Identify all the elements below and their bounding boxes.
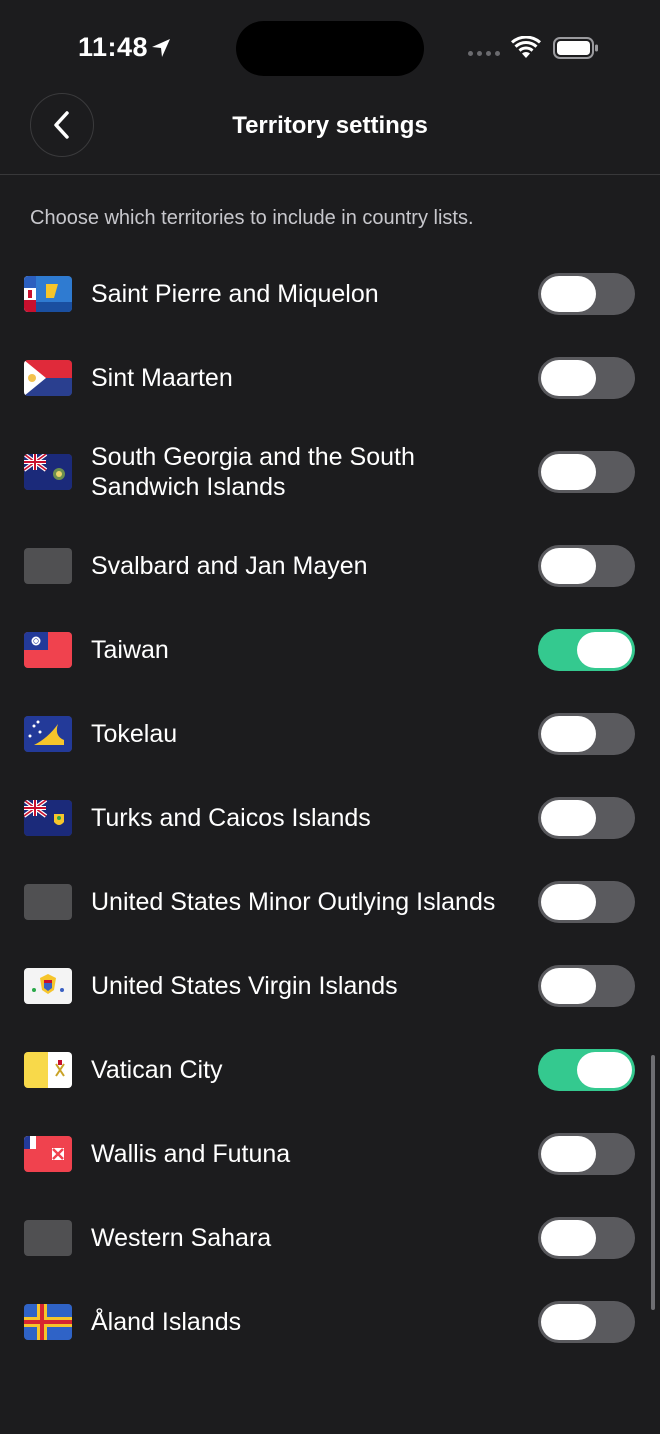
battery-icon xyxy=(553,37,598,59)
flag-icon xyxy=(24,1136,72,1172)
toggle-knob xyxy=(541,716,596,752)
territory-toggle[interactable] xyxy=(538,451,635,493)
territory-toggle[interactable] xyxy=(538,357,635,399)
navigation-bar: Territory settings xyxy=(0,93,660,175)
flag-icon xyxy=(24,1220,72,1256)
scrollbar[interactable] xyxy=(651,1055,655,1310)
territory-name: Sint Maarten xyxy=(91,364,233,392)
territory-toggle[interactable] xyxy=(538,1217,635,1259)
page-description: Choose which territories to include in c… xyxy=(30,207,474,229)
toggle-knob xyxy=(541,1220,596,1256)
dynamic-island xyxy=(236,21,424,76)
territory-toggle[interactable] xyxy=(538,881,635,923)
flag-icon xyxy=(24,716,72,752)
flag-icon xyxy=(24,1052,72,1088)
page-title: Territory settings xyxy=(232,112,428,139)
territory-row: Åland Islands xyxy=(0,1280,660,1364)
status-bar: 11:48 xyxy=(0,0,660,96)
flag-icon xyxy=(24,800,72,836)
territory-name: Saint Pierre and Miquelon xyxy=(91,280,379,308)
territory-name: Wallis and Futuna xyxy=(91,1140,291,1168)
location-arrow-icon xyxy=(152,39,170,57)
flag-icon xyxy=(24,360,72,396)
territory-row: Svalbard and Jan Mayen xyxy=(0,524,660,608)
toggle-knob xyxy=(577,632,632,668)
toggle-knob xyxy=(541,454,596,490)
territory-toggle[interactable] xyxy=(538,629,635,671)
flag-icon xyxy=(24,548,72,584)
territory-name: United States Virgin Islands xyxy=(91,972,398,1000)
territory-name: United States Minor Outlying Islands xyxy=(91,888,496,916)
toggle-knob xyxy=(541,276,596,312)
flag-icon xyxy=(24,1304,72,1340)
territory-name: Åland Islands xyxy=(91,1308,242,1336)
toggle-knob xyxy=(541,360,596,396)
territory-row: United States Minor Outlying Islands xyxy=(0,860,660,944)
territory-list[interactable]: Saint MartinSaint Pierre and MiquelonSin… xyxy=(0,252,660,1434)
toggle-knob xyxy=(541,884,596,920)
territory-name: Tokelau xyxy=(91,720,178,748)
territory-toggle[interactable] xyxy=(538,545,635,587)
territory-toggle[interactable] xyxy=(538,1049,635,1091)
territory-toggle[interactable] xyxy=(538,797,635,839)
territory-toggle[interactable] xyxy=(538,965,635,1007)
territory-name: Taiwan xyxy=(91,636,169,664)
flag-icon xyxy=(24,884,72,920)
territory-name: Vatican City xyxy=(91,1056,223,1084)
territory-row: South Georgia and the South Sandwich Isl… xyxy=(0,420,660,524)
territory-toggle[interactable] xyxy=(538,1301,635,1343)
toggle-knob xyxy=(541,1304,596,1340)
flag-icon xyxy=(24,454,72,490)
territory-toggle[interactable] xyxy=(538,713,635,755)
territory-row: Tokelau xyxy=(0,692,660,776)
flag-icon xyxy=(24,968,72,1004)
territory-name: South Georgia and the South Sandwich Isl… xyxy=(91,443,415,501)
toggle-knob xyxy=(541,800,596,836)
cellular-signal-icon xyxy=(468,51,502,59)
wifi-icon xyxy=(511,36,541,58)
territory-row: United States Virgin Islands xyxy=(0,944,660,1028)
territory-toggle[interactable] xyxy=(538,1133,635,1175)
flag-icon xyxy=(24,276,72,312)
territory-toggle[interactable] xyxy=(538,273,635,315)
flag-icon xyxy=(24,632,72,668)
status-time: 11:48 xyxy=(78,32,149,62)
territory-row: Sint Maarten xyxy=(0,336,660,420)
territory-name: Western Sahara xyxy=(91,1224,272,1252)
territory-row: Wallis and Futuna xyxy=(0,1112,660,1196)
territory-row: Taiwan xyxy=(0,608,660,692)
territory-row: Saint Pierre and Miquelon xyxy=(0,252,660,336)
territory-row: Turks and Caicos Islands xyxy=(0,776,660,860)
toggle-knob xyxy=(541,548,596,584)
territory-name: Turks and Caicos Islands xyxy=(91,804,371,832)
toggle-knob xyxy=(541,968,596,1004)
territory-row: Western Sahara xyxy=(0,1196,660,1280)
toggle-knob xyxy=(541,1136,596,1172)
territory-name: Svalbard and Jan Mayen xyxy=(91,552,368,580)
territory-row: Vatican City xyxy=(0,1028,660,1112)
toggle-knob xyxy=(577,1052,632,1088)
